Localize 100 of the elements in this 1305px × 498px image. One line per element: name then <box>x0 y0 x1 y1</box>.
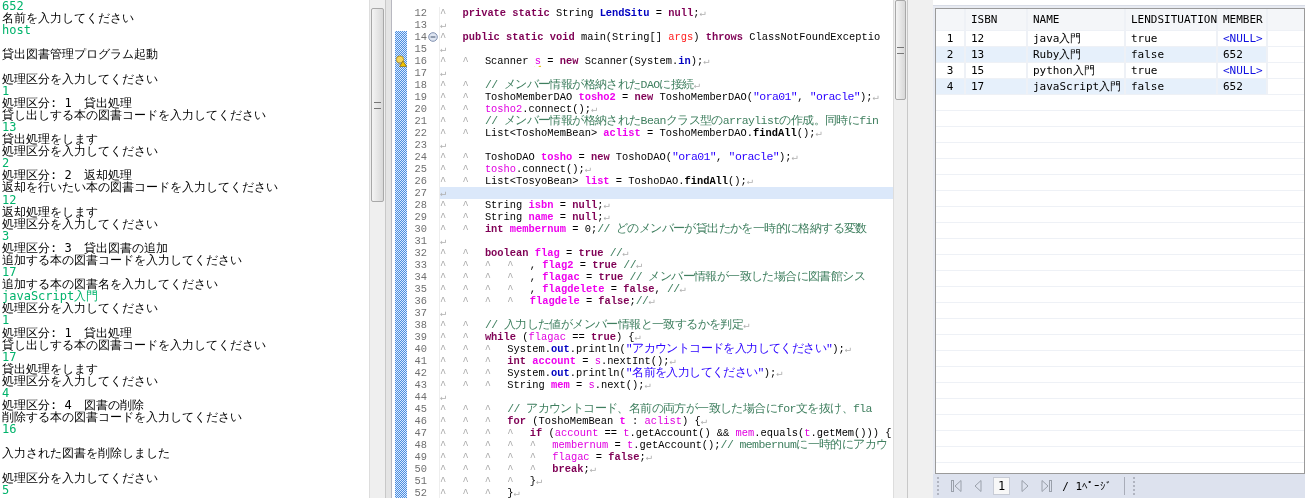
code-line: ^^// メンバー情報が格納されたBeanクラス型のarraylistの作成。同時にfin <box>440 115 880 127</box>
line-number: 22 <box>413 127 427 139</box>
console-line: 652 <box>2 0 24 13</box>
line-number: 19 <box>413 91 427 103</box>
console-line: 処理区分を入力してください <box>2 302 159 315</box>
line-number: 21 <box>413 115 427 127</box>
console-line: 貸出図書管理プログラム起動 <box>2 48 159 61</box>
console-line: 返却を行いたい本の図書コードを入力してください <box>2 181 279 194</box>
last-page-icon[interactable] <box>1040 479 1055 493</box>
line-number: 31 <box>413 235 427 247</box>
line-number: 42 <box>413 367 427 379</box>
table-cell: Ruby入門 <box>1028 47 1126 63</box>
line-number: 33 <box>413 259 427 271</box>
code-line: ^^^^^flagac = false;↵ <box>440 451 654 463</box>
table-cell: false <box>1126 47 1218 63</box>
code-line: ^^ToshoMemberDAO tosho2 = new ToshoMemberDAO("ora01", "oracle");↵ <box>440 91 880 103</box>
code-line: ^^^int account = s.nextInt();↵ <box>440 355 677 367</box>
code-line: ^^List<TosyoBean> list = ToshoDAO.findAll();↵ <box>440 175 755 187</box>
code-line: ^^boolean flag = true //↵ <box>440 247 630 259</box>
code-line: ^^^^, flag2 = true //↵ <box>440 259 644 271</box>
scrollbar[interactable] <box>893 0 907 498</box>
code-line: ^^tosho2.connect();↵ <box>440 103 599 115</box>
console-line: 処理区分を入力してください <box>2 217 159 230</box>
line-number: 23 <box>413 139 427 151</box>
code-line: ^^int membernum = 0;// どのメンバーが貸出たかを一時的に格納する変数 <box>440 223 868 235</box>
line-number: 20 <box>413 103 427 115</box>
console-line: 2 <box>2 157 10 170</box>
console-line: 処理区分: 4 図書の削除 <box>2 399 144 412</box>
code-line: ^^^String mem = s.next();↵ <box>440 379 652 391</box>
console-line: 名前を入力してください <box>2 12 135 25</box>
line-number: 18 <box>413 79 427 91</box>
line-number: 46 <box>413 415 427 427</box>
console-line: 貸し出しする本の図書コードを入力してください <box>2 338 267 351</box>
code-line: ^public static void main(String[] args) throws ClassNotFoundExceptio <box>440 31 882 43</box>
scrollbar[interactable] <box>369 0 385 498</box>
code-line: ^^// 入力した値がメンバー情報と一致するかを判定↵ <box>440 319 751 331</box>
line-number: 45 <box>413 403 427 415</box>
code-line: ^^^System.out.println("名前を入力してください");↵ <box>440 367 784 379</box>
code-line: ↵ <box>440 43 448 55</box>
console-line: 返却処理をします <box>2 205 99 218</box>
row-number: 2 <box>936 47 966 63</box>
lightbulb-warning-icon[interactable] <box>395 55 407 67</box>
console-line: 追加する本の図書コードを入力してください <box>2 253 243 267</box>
console-line: 3 <box>2 229 10 242</box>
collapse-icon[interactable] <box>428 32 438 42</box>
console-line: javaScript入門 <box>2 290 99 303</box>
line-number: 41 <box>413 355 427 367</box>
page-field[interactable]: 1 <box>993 477 1011 495</box>
column-header[interactable]: NAME <box>1028 9 1126 31</box>
line-number: 15 <box>413 43 427 55</box>
console-line: 処理区分: 3 貸出図書の追加 <box>2 241 168 254</box>
first-page-icon[interactable] <box>949 479 963 493</box>
code-line: ↵ <box>440 139 448 151</box>
line-number: 16 <box>413 55 427 67</box>
line-number: 17 <box>413 67 427 79</box>
column-header[interactable]: LENDSITUATION <box>1126 9 1218 31</box>
console-line: 16 <box>2 423 17 436</box>
code-line: ^^tosho.connect();↵ <box>440 163 592 175</box>
code-line: ^^^^flagdele = false;//↵ <box>440 295 656 307</box>
console-line: 処理区分を入力してください <box>2 72 159 85</box>
code-line: ^^String isbn = null;↵ <box>440 199 611 211</box>
table-cell: 652 <box>1218 47 1268 63</box>
console-line: 処理区分: 1 貸出処理 <box>2 326 133 339</box>
code-line: ^^while (flagac == true) {↵ <box>440 331 641 343</box>
console-line: 4 <box>2 387 10 400</box>
console-line: 処理区分を入力してください <box>2 374 159 387</box>
line-number: 43 <box>413 379 427 391</box>
line-number: 30 <box>413 223 427 235</box>
line-number: 36 <box>413 295 427 307</box>
code-line: ^^^^}↵ <box>440 475 544 487</box>
table-cell: javaScript入門 <box>1028 79 1126 95</box>
table-cell: 17 <box>966 79 1028 95</box>
console-line: 処理区分を入力してください <box>2 471 159 484</box>
console-line: 貸し出しする本の図書コードを入力してください <box>2 108 267 121</box>
line-number: 38 <box>413 319 427 331</box>
line-number: 24 <box>413 151 427 163</box>
line-number: 40 <box>413 343 427 355</box>
line-number: 49 <box>413 451 427 463</box>
console-line: 17 <box>2 350 17 363</box>
code-line: ^^String name = null;↵ <box>440 211 611 223</box>
table-cell: false <box>1126 79 1218 95</box>
code-line: ^^// メンバー情報が格納されたDAOに接続↵ <box>440 79 701 91</box>
line-number: 12 <box>413 7 427 19</box>
column-header[interactable]: ISBN <box>966 9 1028 31</box>
console-line: 削除する本の図書コードを入力してください <box>2 411 243 424</box>
line-number: 50 <box>413 463 427 475</box>
code-line: ^^^}↵ <box>440 487 521 498</box>
code-line: ^^^^^break;↵ <box>440 463 597 475</box>
code-line: ^^ToshoDAO tosho = new ToshoDAO("ora01", "oracle");↵ <box>440 151 799 163</box>
code-line: ↵ <box>440 391 448 403</box>
console-line: 処理区分: 2 返却処理 <box>2 169 132 182</box>
scrollbar-thumb[interactable] <box>371 8 384 202</box>
code-line: ^^Scanner s = new Scanner(System.in);↵ <box>440 55 711 67</box>
console-line: 1 <box>2 314 10 327</box>
column-header[interactable]: MEMBER <box>1218 9 1268 31</box>
scrollbar-thumb[interactable] <box>895 0 906 100</box>
line-number: 37 <box>413 307 427 319</box>
line-number: 47 <box>413 427 427 439</box>
code-line: ^private static String LendSitu = null;↵ <box>440 7 707 19</box>
code-line: ↵ <box>440 19 448 31</box>
